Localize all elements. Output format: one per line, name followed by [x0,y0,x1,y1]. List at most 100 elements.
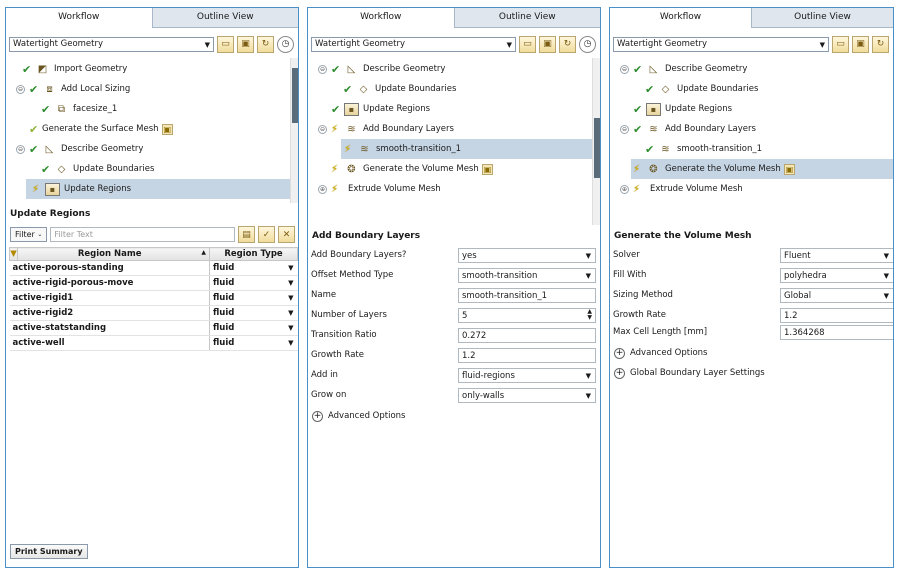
tab-outline-view[interactable]: Outline View [752,8,893,28]
collapse-icon[interactable]: ⊖ [620,124,629,134]
growth-rate-input[interactable]: 1.2 [780,308,893,323]
region-name-cell: active-porous-standing [9,260,210,276]
save-workflow-button[interactable]: ▣ [237,35,254,53]
tree-item-add-boundary-layers[interactable]: ⊖ ✔ ≋ Add Boundary Layers [610,119,893,139]
print-summary-button[interactable]: Print Summary [10,544,88,559]
global-boundary-layer-settings-expander[interactable]: + Global Boundary Layer Settings [610,363,893,383]
tree-item-update-regions[interactable]: ✔ ▪ Update Regions [610,99,893,119]
max-cell-length-input[interactable]: 1.364268 [780,325,893,340]
sizing-method-dropdown[interactable]: Global ▼ [780,288,893,303]
funnel-icon[interactable]: ▼ [9,247,18,261]
filter-text-input[interactable]: Filter Text [50,227,235,242]
column-header-region-name[interactable]: Region Name ▲ [17,247,210,261]
expand-icon[interactable]: ⊕ [620,184,629,194]
load-workflow-button[interactable]: ▭ [832,35,849,53]
collapse-icon[interactable]: ⊖ [318,124,327,134]
collapse-icon[interactable]: ⊖ [16,84,25,94]
spinner-arrows-icon[interactable]: ▲ ▼ [587,309,592,321]
number-of-layers-stepper[interactable]: 5 ▲ ▼ [458,308,596,323]
tree-item-extrude-volume-mesh[interactable]: ⊕ ⚡ Extrude Volume Mesh [308,179,600,199]
help-button[interactable]: ◷ [277,35,294,53]
tree-item-describe-geometry[interactable]: ⊖ ✔ ◺ Describe Geometry [610,59,893,79]
table-row[interactable]: active-statstanding fluid ▼ [9,320,298,336]
filter-option-button-3[interactable]: ✕ [278,226,295,243]
help-button[interactable]: ◷ [579,35,596,53]
tree-item-update-boundaries[interactable]: ✔ ◇ Update Boundaries [610,79,893,99]
region-type-dropdown[interactable]: fluid ▼ [209,305,298,321]
collapse-icon[interactable]: ⊖ [620,64,629,74]
fill-with-dropdown[interactable]: polyhedra ▼ [780,268,893,283]
tree-scrollbar[interactable] [290,58,298,203]
tree-item-describe-geometry[interactable]: ⊖ ✔ ◺ Describe Geometry [6,139,298,159]
add-in-dropdown[interactable]: fluid-regions ▼ [458,368,596,383]
tree-item-generate-surface-mesh[interactable]: ✔ Generate the Surface Mesh ▣ [6,119,298,139]
transition-ratio-input[interactable]: 0.272 [458,328,596,343]
solver-dropdown[interactable]: Fluent ▼ [780,248,893,263]
load-workflow-button[interactable]: ▭ [217,35,234,53]
tree-item-update-regions[interactable]: ✔ ▪ Update Regions [308,99,600,119]
expand-icon[interactable]: ⊕ [318,184,327,194]
collapse-icon[interactable]: ⊖ [16,144,25,154]
revert-workflow-button[interactable]: ↻ [257,35,274,53]
table-row[interactable]: active-porous-standing fluid ▼ [9,260,298,276]
tab-bar: Workflow Outline View [610,8,893,28]
tree-scrollbar[interactable] [592,58,600,225]
tab-outline-view[interactable]: Outline View [454,8,600,28]
region-type-dropdown[interactable]: fluid ▼ [209,260,298,276]
tree-item-update-boundaries[interactable]: ✔ ◇ Update Boundaries [308,79,600,99]
tab-workflow[interactable]: Workflow [610,8,752,28]
filter-dropdown[interactable]: Filter ⌄ [10,227,48,242]
offset-method-dropdown[interactable]: smooth-transition ▼ [458,268,596,283]
check-icon: ✔ [41,162,51,176]
tree-item-update-regions[interactable]: ⚡ ▪ Update Regions [26,179,298,199]
chevron-down-icon: ▼ [883,292,889,300]
tab-outline-view[interactable]: Outline View [152,8,298,28]
tree-item-import-geometry[interactable]: ✔ ◩ Import Geometry [6,59,298,79]
tree-item-smooth-transition[interactable]: ✔ ≋ smooth-transition_1 [610,139,893,159]
tree-item-describe-geometry[interactable]: ⊖ ✔ ◺ Describe Geometry [308,59,600,79]
revert-workflow-button[interactable]: ↻ [872,35,889,53]
tab-workflow[interactable]: Workflow [308,8,455,28]
region-type-dropdown[interactable]: fluid ▼ [209,275,298,291]
table-row[interactable]: active-rigid1 fluid ▼ [9,290,298,306]
table-row[interactable]: active-rigid-porous-move fluid ▼ [9,275,298,291]
workflow-type-dropdown[interactable]: Watertight Geometry ▼ [311,36,516,52]
scrollbar-thumb[interactable] [292,68,298,123]
save-workflow-button[interactable]: ▣ [539,35,556,53]
load-workflow-button[interactable]: ▭ [519,35,536,53]
plus-icon: + [614,367,625,379]
grow-on-dropdown[interactable]: only-walls ▼ [458,388,596,403]
save-icon: ▣ [783,163,796,175]
column-header-region-type[interactable]: Region Type [209,247,298,261]
advanced-options-expander[interactable]: + Advanced Options [308,406,600,426]
tree-item-generate-volume-mesh[interactable]: ⚡ ❂ Generate the Volume Mesh ▣ [308,159,600,179]
add-boundary-layers-dropdown[interactable]: yes ▼ [458,248,596,263]
collapse-icon[interactable]: ⊖ [318,64,327,74]
check-icon: ✔ [29,142,39,156]
region-type-dropdown[interactable]: fluid ▼ [209,335,298,351]
table-row[interactable]: active-well fluid ▼ [9,335,298,351]
save-workflow-button[interactable]: ▣ [852,35,869,53]
filter-option-button-2[interactable]: ✓ [258,226,275,243]
tree-item-generate-volume-mesh[interactable]: ⚡ ❂ Generate the Volume Mesh ▣ [631,159,893,179]
growth-rate-input[interactable]: 1.2 [458,348,596,363]
tree-item-add-local-sizing[interactable]: ⊖ ✔ ⧈ Add Local Sizing [6,79,298,99]
advanced-options-expander[interactable]: + Advanced Options [610,343,893,363]
tree-item-facesize[interactable]: ✔ ⧉ facesize_1 [6,99,298,119]
scrollbar-thumb[interactable] [594,118,600,178]
revert-workflow-button[interactable]: ↻ [559,35,576,53]
tree-item-update-boundaries[interactable]: ✔ ◇ Update Boundaries [6,159,298,179]
tree-item-add-boundary-layers[interactable]: ⊖ ⚡ ≋ Add Boundary Layers [308,119,600,139]
tab-workflow[interactable]: Workflow [6,8,153,28]
name-input[interactable]: smooth-transition_1 [458,288,596,303]
workflow-type-dropdown[interactable]: Watertight Geometry ▼ [613,36,829,52]
tree-item-extrude-volume-mesh[interactable]: ⊕ ⚡ Extrude Volume Mesh [610,179,893,199]
field-label: Name [311,290,337,300]
tree-item-smooth-transition[interactable]: ⚡ ≋ smooth-transition_1 [341,139,600,159]
region-type-dropdown[interactable]: fluid ▼ [209,290,298,306]
chevron-down-icon: ▼ [288,309,294,317]
filter-option-button-1[interactable]: ▤ [238,226,255,243]
table-row[interactable]: active-rigid2 fluid ▼ [9,305,298,321]
region-type-dropdown[interactable]: fluid ▼ [209,320,298,336]
workflow-type-dropdown[interactable]: Watertight Geometry ▼ [9,36,214,52]
